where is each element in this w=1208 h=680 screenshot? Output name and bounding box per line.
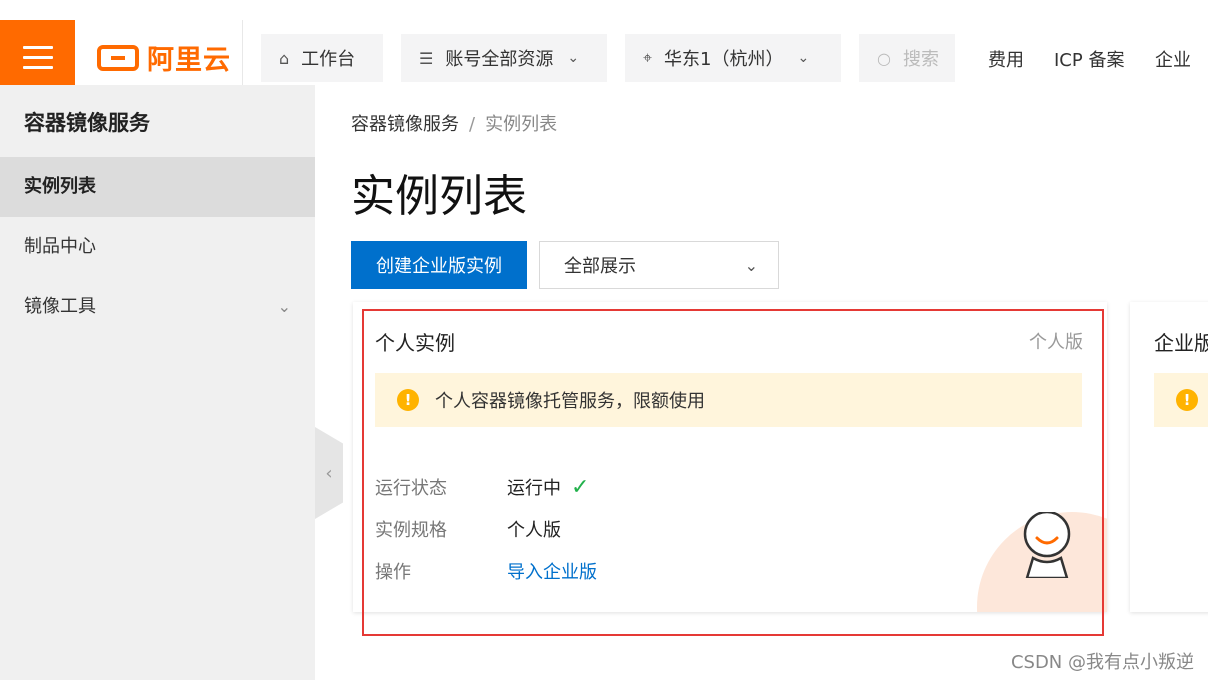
page-title: 实例列表 xyxy=(351,171,527,222)
spec-label: 实例规格 xyxy=(375,520,447,541)
hamburger-line xyxy=(22,56,53,59)
status-value: 运行中 ✓ xyxy=(507,474,589,500)
logo-icon xyxy=(97,44,139,71)
sidebar-collapse-handle[interactable]: ‹ xyxy=(315,427,343,519)
workbench-label: 工作台 xyxy=(301,49,356,70)
region-label: 华东1（杭州） xyxy=(664,49,784,70)
sidebar-item-label: 镜像工具 xyxy=(24,296,96,317)
chevron-down-icon: ⌄ xyxy=(744,255,758,275)
chevron-left-icon: ‹ xyxy=(325,462,333,484)
sidebar-item-artifact-center[interactable]: 制品中心 xyxy=(0,217,315,277)
logo-text: 阿里云 xyxy=(147,45,231,76)
top-link-enterprise[interactable]: 企业 xyxy=(1155,46,1191,72)
search-placeholder: 搜索 xyxy=(902,49,939,70)
top-navbar-inner: 阿里云 ⌂ 工作台 ☰ 账号全部资源 ⌄ ⌖ 华东1（杭州） ⌄ ○ 搜索 费用… xyxy=(0,20,1208,95)
sidebar-item-label: 实例列表 xyxy=(24,176,96,197)
filter-value: 全部展示 xyxy=(564,256,636,277)
display-filter-select[interactable]: 全部展示 ⌄ xyxy=(539,241,779,289)
watermark: CSDN @我有点小叛逆 xyxy=(1010,652,1194,673)
home-icon: ⌂ xyxy=(279,48,290,68)
top-navbar: 阿里云 ⌂ 工作台 ☰ 账号全部资源 ⌄ ⌖ 华东1（杭州） ⌄ ○ 搜索 费用… xyxy=(0,0,1208,95)
breadcrumb-separator: / xyxy=(469,114,476,135)
status-label: 运行状态 xyxy=(375,478,447,499)
breadcrumb-root[interactable]: 容器镜像服务 xyxy=(351,114,459,135)
personal-instance-card[interactable]: 个人实例 个人版 ! 个人容器镜像托管服务，限额使用 运行状态 运行中 ✓ 实例规… xyxy=(353,302,1107,612)
notice-banner: ! 个人容器镜像托管服务，限额使用 xyxy=(375,373,1082,427)
search-icon: ○ xyxy=(877,48,891,68)
top-link-icp[interactable]: ICP 备案 xyxy=(1054,46,1124,72)
sidebar-item-instance-list[interactable]: 实例列表 xyxy=(0,157,315,217)
warning-icon: ! xyxy=(1176,389,1198,411)
top-link-billing[interactable]: 费用 xyxy=(988,46,1024,72)
card-title: 企业版 xyxy=(1154,331,1208,355)
location-icon: ⌖ xyxy=(643,48,653,67)
chevron-down-icon: ⌄ xyxy=(797,50,810,66)
status-text: 运行中 xyxy=(507,478,561,499)
search-input[interactable]: ○ 搜索 xyxy=(859,34,955,82)
workbench-button[interactable]: ⌂ 工作台 xyxy=(261,34,383,82)
chevron-down-icon: ⌄ xyxy=(277,297,291,316)
spec-value: 个人版 xyxy=(507,520,561,541)
hamburger-line xyxy=(22,66,53,69)
hamburger-line xyxy=(22,46,53,49)
stack-icon: ☰ xyxy=(419,48,434,68)
check-icon: ✓ xyxy=(571,475,590,500)
region-dropdown[interactable]: ⌖ 华东1（杭州） ⌄ xyxy=(625,34,841,82)
chevron-down-icon: ⌄ xyxy=(567,50,580,66)
hamburger-menu-button[interactable] xyxy=(0,20,75,95)
enterprise-instance-card[interactable]: 企业版 ! xyxy=(1130,302,1208,612)
breadcrumb: 容器镜像服务 / 实例列表 xyxy=(351,110,557,136)
resources-dropdown[interactable]: ☰ 账号全部资源 ⌄ xyxy=(401,34,607,82)
import-enterprise-link[interactable]: 导入企业版 xyxy=(507,558,597,584)
sidebar-item-image-tools[interactable]: 镜像工具 ⌄ xyxy=(0,277,315,337)
notice-text: 个人容器镜像托管服务，限额使用 xyxy=(435,391,705,412)
sidebar-item-label: 制品中心 xyxy=(24,236,96,257)
edition-badge: 个人版 xyxy=(1029,332,1083,353)
warning-icon: ! xyxy=(397,389,419,411)
sidebar-title: 容器镜像服务 xyxy=(24,111,150,135)
logo[interactable]: 阿里云 xyxy=(75,20,243,95)
create-enterprise-instance-button[interactable]: 创建企业版实例 xyxy=(351,241,527,289)
card-title: 个人实例 xyxy=(375,331,455,355)
notice-banner: ! xyxy=(1154,373,1208,427)
avatar-icon xyxy=(1023,512,1071,578)
breadcrumb-current: 实例列表 xyxy=(485,114,558,135)
action-label: 操作 xyxy=(375,562,411,583)
resources-label: 账号全部资源 xyxy=(445,49,554,70)
sidebar: 容器镜像服务 实例列表 制品中心 镜像工具 ⌄ xyxy=(0,85,315,680)
